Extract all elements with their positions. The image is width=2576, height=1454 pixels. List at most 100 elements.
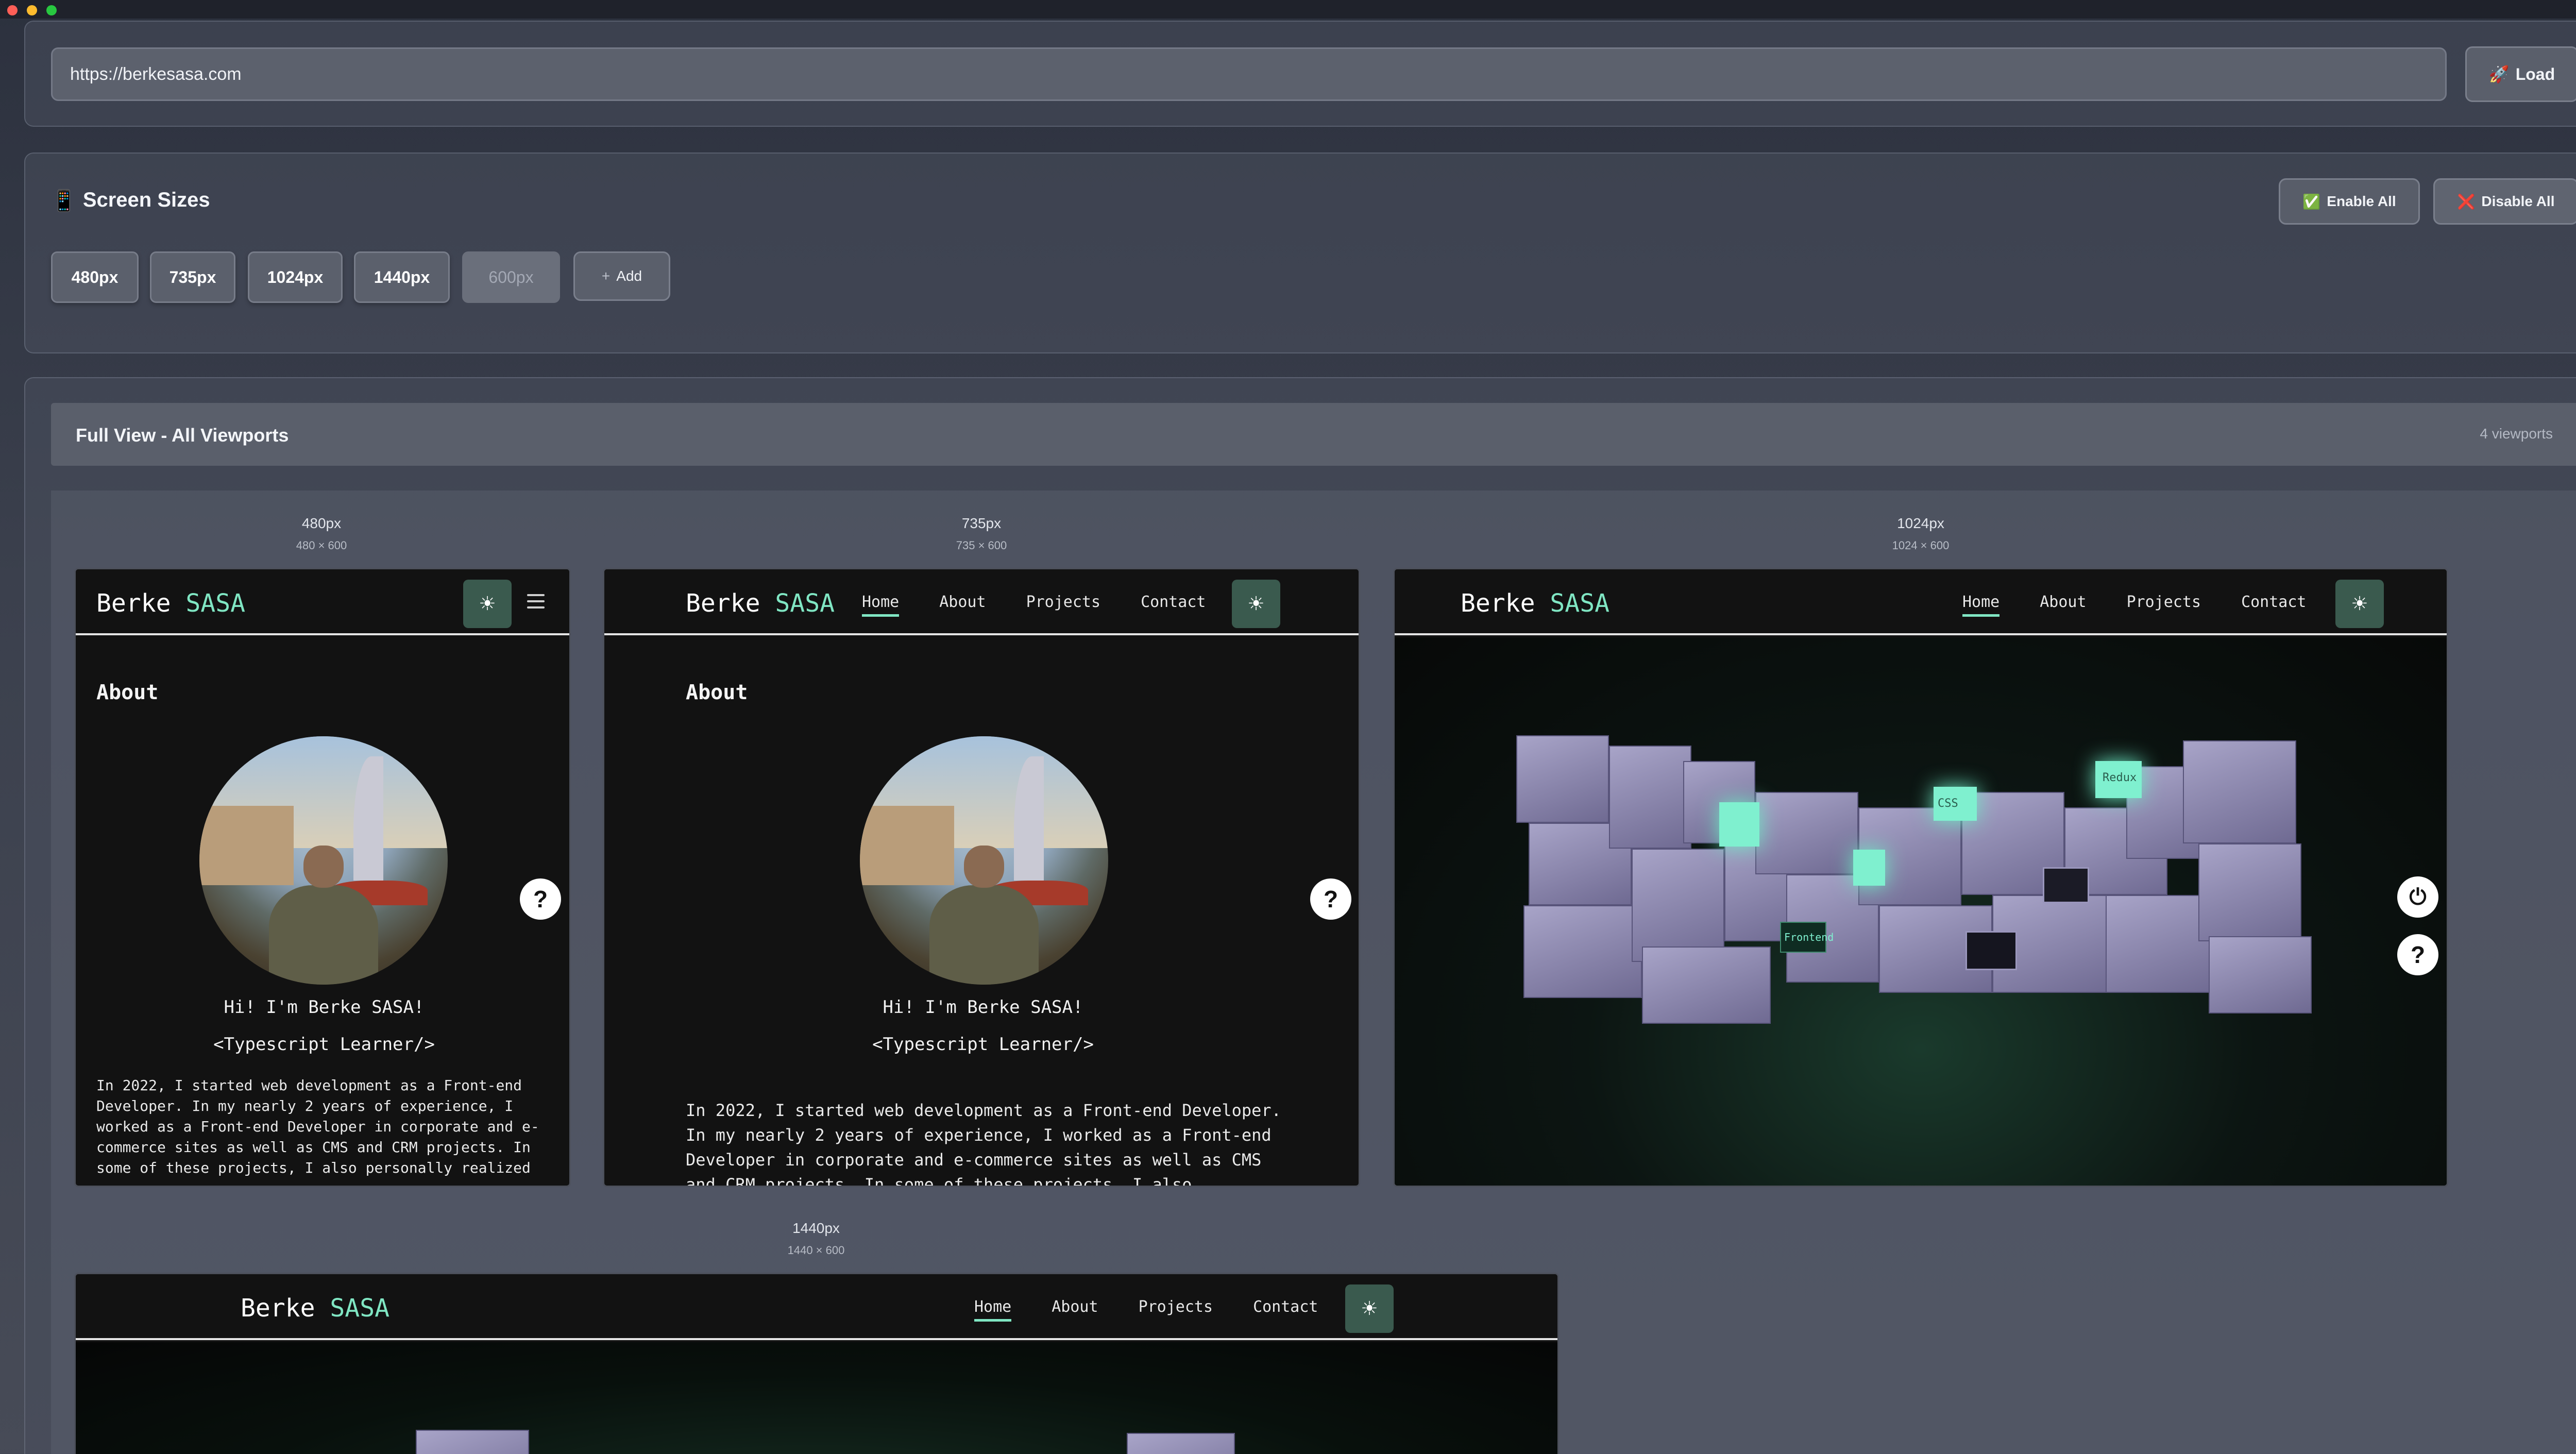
viewport-frame-1440[interactable]: Berke SASA Home About Projects Contact ☀	[74, 1273, 1559, 1454]
role-text: <Typescript Learner/>	[872, 1034, 1094, 1055]
site-nav: Home About Projects Contact	[862, 593, 1246, 617]
viewport-name: 1024px	[1897, 515, 1944, 531]
viewport-frame-1024[interactable]: Berke SASA Home About Projects Contact ☀	[1393, 568, 2448, 1187]
scene-block	[2198, 843, 2301, 941]
scene-block	[1516, 735, 1609, 823]
scene-block	[1632, 849, 1724, 962]
help-icon[interactable]: ?	[1310, 878, 1351, 920]
dark-monitor	[2043, 867, 2089, 903]
glowing-monitor: CSS	[1934, 787, 1977, 821]
profile-photo	[199, 736, 448, 985]
sun-icon[interactable]: ☀	[463, 580, 512, 628]
viewport-count: 4 viewports	[2480, 426, 2553, 442]
site-logo[interactable]: Berke SASA	[241, 1294, 389, 1323]
scene-block	[2183, 740, 2296, 843]
site-logo[interactable]: Berke SASA	[96, 589, 245, 618]
viewport-dims: 480 × 600	[296, 539, 347, 552]
size-chip-1024[interactable]: 1024px	[248, 251, 343, 303]
site-nav: Home About Projects Contact	[974, 1298, 1359, 1322]
glowing-monitor: Redux	[2095, 761, 2142, 798]
viewport-name: 1440px	[792, 1220, 840, 1236]
scene-block	[2209, 936, 2312, 1013]
site-logo[interactable]: Berke SASA	[1461, 589, 1609, 618]
disable-all-button[interactable]: ❌ Disable All	[2433, 178, 2576, 225]
screen-sizes-title: Screen Sizes	[82, 189, 210, 211]
maximize-window-button[interactable]	[46, 5, 57, 15]
viewport-dims: 1440 × 600	[787, 1244, 845, 1257]
site-header: Berke SASA Home About Projects Contact ☀	[604, 569, 1359, 635]
site-header: Berke SASA ☀	[76, 569, 569, 635]
cross-icon: ❌	[2457, 193, 2476, 210]
scene-block	[1523, 905, 1642, 998]
rocket-icon: 🚀	[2488, 65, 2510, 83]
load-button[interactable]: 🚀 Load	[2465, 46, 2576, 102]
help-icon[interactable]: ?	[2397, 934, 2438, 975]
profile-photo	[860, 736, 1108, 985]
disable-all-label: Disable All	[2481, 193, 2555, 209]
nav-home[interactable]: Home	[862, 593, 900, 617]
role-text: <Typescript Learner/>	[213, 1034, 435, 1055]
site-nav: Home About Projects Contact	[1962, 593, 2347, 617]
screen-sizes-panel: 📱 Screen Sizes ✅ Enable All ❌ Disable Al…	[24, 153, 2576, 353]
scene-block	[1127, 1433, 1235, 1454]
nav-contact[interactable]: Contact	[1253, 1298, 1318, 1322]
greeting-text: Hi! I'm Berke SASA!	[224, 997, 425, 1018]
nav-projects[interactable]: Projects	[1026, 593, 1101, 617]
full-view-header: Full View - All Viewports 4 viewports	[51, 403, 2576, 466]
site-logo[interactable]: Berke SASA	[686, 589, 835, 618]
size-chip-480[interactable]: 480px	[51, 251, 139, 303]
viewport-dims: 735 × 600	[956, 539, 1007, 552]
enable-all-label: Enable All	[2327, 193, 2396, 209]
close-window-button[interactable]	[7, 5, 18, 15]
scene-block	[1609, 746, 1691, 849]
3d-scene[interactable]: CSS Redux Frontend	[1395, 637, 2447, 1186]
nav-about[interactable]: About	[939, 593, 986, 617]
size-chip-735[interactable]: 735px	[150, 251, 235, 303]
bio-paragraph: In 2022, I started web development as a …	[686, 1101, 1281, 1187]
nav-home[interactable]: Home	[1962, 593, 2000, 617]
power-icon[interactable]: ⏻	[2397, 876, 2438, 918]
add-size-button[interactable]: + Add	[573, 251, 670, 301]
nav-contact[interactable]: Contact	[1141, 593, 1206, 617]
nav-contact[interactable]: Contact	[2241, 593, 2306, 617]
full-view-title: Full View - All Viewports	[76, 425, 289, 446]
new-size-input[interactable]: 600px	[462, 251, 560, 303]
site-header: Berke SASA Home About Projects Contact ☀	[76, 1274, 1557, 1340]
glowing-monitor: Frontend	[1780, 922, 1834, 953]
help-icon[interactable]: ?	[520, 878, 561, 920]
3d-scene[interactable]	[76, 1342, 1557, 1454]
viewport-dims: 1024 × 600	[1892, 539, 1950, 552]
glowing-monitor	[1719, 802, 1759, 847]
screen-sizes-heading: 📱 Screen Sizes	[51, 189, 210, 213]
nav-projects[interactable]: Projects	[1139, 1298, 1213, 1322]
about-heading: About	[96, 681, 159, 704]
nav-home[interactable]: Home	[974, 1298, 1012, 1322]
site-header: Berke SASA Home About Projects Contact ☀	[1395, 569, 2447, 635]
window-titlebar	[0, 0, 2576, 19]
sun-icon[interactable]: ☀	[2335, 580, 2384, 628]
scene-block	[1755, 792, 1858, 874]
viewport-name: 735px	[961, 515, 1002, 531]
nav-about[interactable]: About	[1052, 1298, 1098, 1322]
url-input[interactable]: https://berkesasa.com	[51, 47, 2447, 101]
dark-monitor	[1965, 931, 2017, 970]
viewport-label-1024: 1024px 1024 × 600	[1393, 515, 2448, 552]
scene-block	[1642, 946, 1771, 1024]
hamburger-menu-icon[interactable]	[527, 594, 545, 608]
scene-block	[416, 1430, 529, 1454]
minimize-window-button[interactable]	[27, 5, 37, 15]
viewport-frame-480[interactable]: Berke SASA ☀ About Hi! I'm Berke SASA! <…	[74, 568, 571, 1187]
bio-paragraph: In 2022, I started web development as a …	[96, 1077, 539, 1176]
greeting-text: Hi! I'm Berke SASA!	[883, 997, 1083, 1018]
nav-about[interactable]: About	[2040, 593, 2086, 617]
plus-icon: +	[601, 268, 611, 284]
check-icon: ✅	[2302, 193, 2321, 210]
viewport-label-1440: 1440px 1440 × 600	[74, 1220, 1558, 1257]
sun-icon[interactable]: ☀	[1345, 1284, 1394, 1333]
viewport-frame-735[interactable]: Berke SASA Home About Projects Contact ☀…	[603, 568, 1360, 1187]
size-chip-1440[interactable]: 1440px	[354, 251, 450, 303]
nav-projects[interactable]: Projects	[2127, 593, 2201, 617]
sun-icon[interactable]: ☀	[1232, 580, 1280, 628]
add-label: Add	[616, 268, 642, 284]
enable-all-button[interactable]: ✅ Enable All	[2279, 178, 2420, 225]
